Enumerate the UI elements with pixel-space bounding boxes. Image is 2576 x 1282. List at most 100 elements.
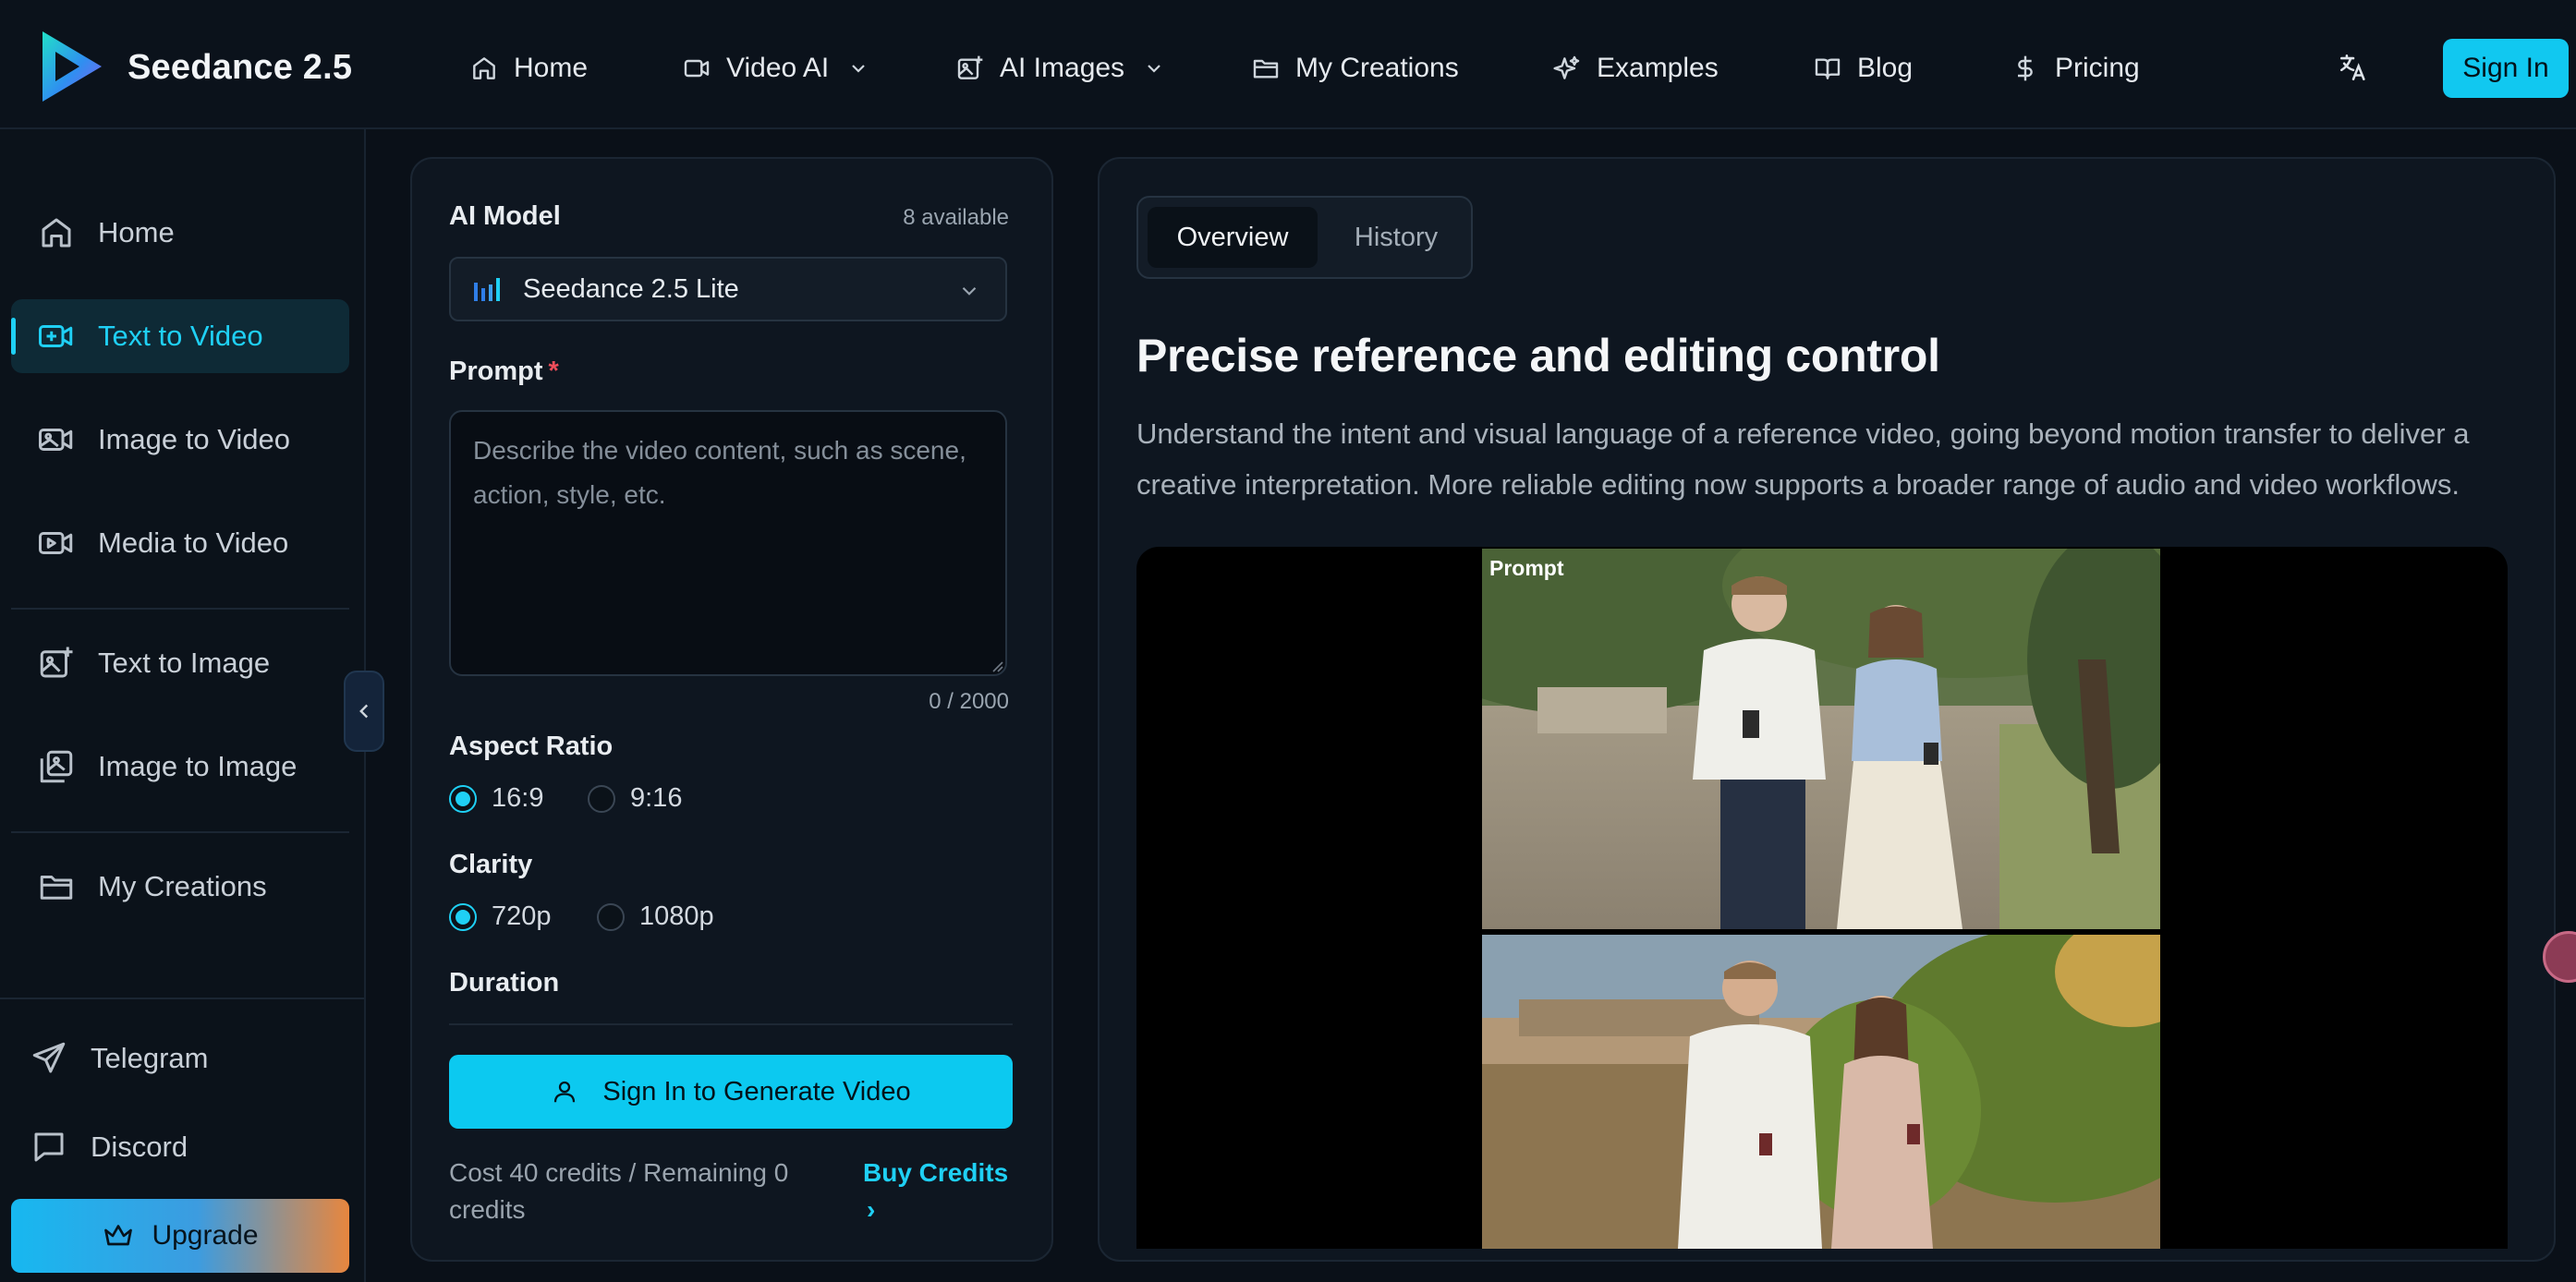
images-icon [40, 750, 73, 783]
home-icon [42, 218, 71, 248]
prompt-label: Prompt * [449, 357, 559, 387]
media-video-icon [39, 532, 73, 554]
folder-icon [40, 876, 73, 900]
aspect-ratio-label: Aspect Ratio [449, 732, 614, 761]
buy-credits-label: Buy Credits [863, 1158, 1009, 1187]
user-icon [554, 1081, 576, 1103]
content-tabs: Overview History [1136, 196, 1473, 279]
sidebar-divider [11, 831, 349, 833]
sidebar-collapse-button[interactable] [344, 671, 384, 752]
translate-icon [2339, 54, 2365, 81]
sidebar-link-label: Discord [91, 1131, 188, 1163]
sidebar-item-image-to-image[interactable]: Image to Image [11, 730, 349, 804]
sparkles-icon [1553, 55, 1580, 79]
folder-icon [1253, 59, 1279, 79]
clarity-1080p-radio[interactable]: 1080p [597, 901, 714, 932]
sidebar-item-label: Home [98, 216, 175, 248]
upgrade-button[interactable]: Upgrade [11, 1199, 349, 1273]
nav-video-ai-label: Video AI [726, 53, 830, 83]
language-button[interactable] [2338, 52, 2369, 83]
clarity-720p-radio[interactable]: 720p [449, 901, 552, 932]
nav-pricing-label: Pricing [2055, 53, 2140, 83]
tab-overview[interactable]: Overview [1148, 207, 1318, 268]
radio-label: 1080p [639, 901, 714, 931]
sidebar-item-label: Image to Image [98, 750, 298, 782]
prompt-label-text: Prompt [449, 357, 543, 386]
video-frame-top [1482, 549, 2160, 929]
chevron-left-icon [359, 704, 369, 719]
sidebar-item-home[interactable]: Home [11, 196, 349, 270]
required-marker: * [548, 357, 559, 386]
upgrade-label: Upgrade [152, 1220, 259, 1251]
resize-handle-icon[interactable] [990, 659, 1003, 672]
nav-blog[interactable]: Blog [1813, 50, 1913, 87]
radio-indicator [597, 902, 625, 931]
selected-model-name: Seedance 2.5 Lite [523, 273, 739, 304]
aspect-ratio-16-9-radio[interactable]: 16:9 [449, 783, 543, 814]
sidebar-bottom-divider [0, 998, 364, 999]
tab-history[interactable]: History [1327, 207, 1465, 268]
sidebar-item-label: My Creations [98, 870, 267, 902]
sign-in-to-generate-button[interactable]: Sign In to Generate Video [449, 1055, 1013, 1129]
aspect-ratio-9-16-radio[interactable]: 9:16 [588, 783, 682, 814]
video-frame-bottom [1482, 935, 2160, 1249]
example-video-player[interactable]: Prompt [1136, 547, 2508, 1249]
radio-label: 16:9 [492, 783, 544, 813]
nav-examples-label: Examples [1597, 53, 1719, 83]
sidebar: Home Text to Video Image to Video Media … [0, 129, 366, 1282]
send-icon [32, 1042, 66, 1073]
nav-blog-label: Blog [1857, 53, 1914, 83]
image-sparkle-icon [40, 647, 73, 678]
image-plus-icon [957, 55, 983, 79]
nav-ai-images-label: AI Images [1000, 53, 1125, 83]
sidebar-item-image-to-video[interactable]: Image to Video [11, 403, 349, 477]
radio-indicator [588, 784, 615, 813]
credits-cost-text: Cost 40 credits / Remaining 0 credits [449, 1158, 789, 1224]
sidebar-link-telegram[interactable]: Telegram [11, 1022, 349, 1095]
nav-home[interactable]: Home [469, 50, 588, 87]
nav-my-creations-label: My Creations [1295, 53, 1459, 83]
crown-icon [104, 1225, 133, 1246]
chevron-right-icon: › [867, 1195, 876, 1224]
radio-selected-indicator [449, 902, 477, 931]
sidebar-item-label: Text to Video [98, 320, 263, 352]
nav-video-ai[interactable]: Video AI [682, 50, 869, 87]
sidebar-link-discord[interactable]: Discord [11, 1110, 349, 1184]
chevron-down-icon [962, 286, 977, 296]
video-prompt-label: Prompt [1489, 556, 1564, 580]
buy-credits-link[interactable]: Buy Credits › [863, 1155, 1008, 1228]
video-plus-icon [39, 325, 73, 347]
duration-label: Duration [449, 968, 560, 998]
dollar-icon [2018, 55, 2033, 81]
sidebar-item-label: Text to Image [98, 647, 271, 679]
nav-examples[interactable]: Examples [1552, 50, 1719, 87]
generate-button-label: Sign In to Generate Video [602, 1076, 911, 1107]
section-description: Understand the intent and visual languag… [1136, 417, 2470, 501]
image-video-icon [39, 429, 73, 451]
nav-pricing[interactable]: Pricing [2011, 50, 2140, 87]
sidebar-item-label: Image to Video [98, 423, 290, 455]
sidebar-item-text-to-video[interactable]: Text to Video [11, 299, 349, 373]
home-icon [473, 57, 495, 79]
seedance-logo[interactable] [37, 28, 107, 105]
radio-label: 720p [492, 901, 552, 931]
prompt-input[interactable] [449, 410, 1007, 676]
brand-name[interactable]: Seedance 2.5 [128, 48, 352, 88]
nav-ai-images[interactable]: AI Images [955, 50, 1165, 87]
ai-model-label: AI Model [449, 201, 561, 231]
prompt-character-counter: 0 / 2000 [929, 689, 1009, 714]
sidebar-item-text-to-image[interactable]: Text to Image [11, 626, 349, 700]
sidebar-item-media-to-video[interactable]: Media to Video [11, 506, 349, 580]
chevron-down-icon [852, 65, 865, 73]
generation-form: AI Model 8 available Seedance 2.5 Lite P… [410, 157, 1053, 1262]
sign-in-button[interactable]: Sign In [2443, 39, 2569, 98]
sidebar-link-label: Telegram [91, 1042, 209, 1074]
sidebar-item-label: Media to Video [98, 526, 289, 559]
chevron-down-icon [1148, 65, 1160, 73]
sidebar-item-my-creations[interactable]: My Creations [11, 850, 349, 924]
overview-panel: Overview History Precise reference and e… [1098, 157, 2556, 1262]
radio-selected-indicator [449, 784, 477, 813]
nav-my-creations[interactable]: My Creations [1251, 50, 1459, 87]
models-available-count: 8 available [903, 205, 1009, 230]
ai-model-select[interactable]: Seedance 2.5 Lite [449, 257, 1007, 321]
